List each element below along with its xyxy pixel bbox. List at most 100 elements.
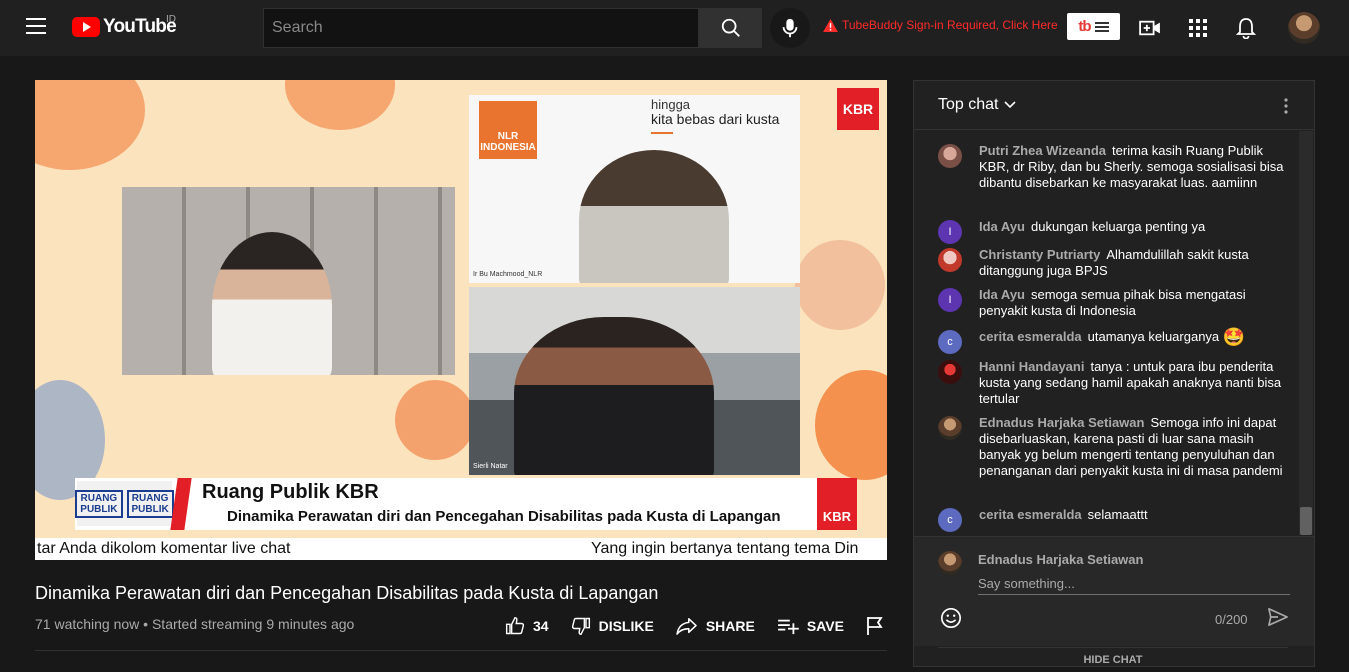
chat-scrollbar[interactable] [1299, 131, 1313, 535]
share-label: SHARE [705, 618, 755, 634]
youtube-play-icon [72, 17, 100, 37]
youtube-logo[interactable]: YouTube [72, 16, 177, 38]
chat-author[interactable]: cerita esmeralda [979, 329, 1082, 344]
save-button[interactable]: SAVE [777, 617, 844, 635]
video-meta: 71 watching now • Started streaming 9 mi… [35, 616, 355, 632]
tubebuddy-warning-text: TubeBuddy Sign-in Required, Click Here [842, 18, 1058, 32]
search-input[interactable] [263, 8, 699, 48]
save-label: SAVE [806, 618, 844, 634]
star-struck-emoji: 🤩 [1222, 327, 1246, 347]
chat-avatar[interactable] [938, 416, 962, 440]
video-title: Dinamika Perawatan diri dan Pencegahan D… [35, 583, 659, 603]
search-bar [263, 8, 762, 48]
decor-blob [35, 80, 145, 170]
dislike-label: DISLIKE [598, 618, 654, 634]
video-player[interactable]: NLR INDONESIA hingga kita bebas dari kus… [35, 80, 887, 560]
chat-text: utamanya keluarganya [1087, 329, 1220, 344]
nlr-logo: NLR INDONESIA [479, 101, 537, 159]
decor-blob [285, 80, 395, 130]
chat-mode-label: Top chat [938, 96, 999, 113]
search-button[interactable] [699, 8, 762, 48]
flag-icon [867, 617, 883, 635]
thumbs-up-icon [505, 616, 525, 635]
emoji-button[interactable] [940, 607, 962, 634]
notifications-button[interactable] [1234, 16, 1258, 40]
create-video-button[interactable] [1138, 16, 1162, 40]
tubebuddy-signin-link[interactable]: TubeBuddy Sign-in Required, Click Here [823, 18, 1058, 32]
report-button[interactable] [866, 616, 884, 636]
chat-message: c cerita esmeralda selamaattt [938, 507, 1288, 532]
account-avatar[interactable] [1288, 12, 1320, 44]
lower-third: RUANG PUBLIK RUANG PUBLIK Ruang Publik K… [75, 478, 845, 530]
kbr-logo-small: KBR [817, 478, 857, 530]
chat-author[interactable]: Ida Ayu [979, 287, 1025, 302]
like-button[interactable]: 34 [505, 616, 549, 636]
tubebuddy-logo: tb [1078, 18, 1091, 35]
hide-chat-button[interactable]: HIDE CHAT [938, 647, 1288, 668]
menu-icon[interactable] [26, 18, 46, 34]
guest-figure-1 [579, 150, 729, 283]
thumbs-down-icon [571, 617, 590, 636]
ruang-publik-logo: RUANG PUBLIK RUANG PUBLIK [75, 481, 174, 526]
host-camera-panel [122, 187, 455, 375]
lower-third-subtitle: Dinamika Perawatan diri dan Pencegahan D… [227, 508, 781, 525]
chat-author[interactable]: Putri Zhea Wizeanda [979, 143, 1106, 158]
chat-avatar[interactable]: I [938, 288, 962, 312]
composer-avatar [938, 551, 962, 575]
chat-message: Hanni Handayani tanya : untuk para ibu pe… [938, 359, 1288, 407]
chat-avatar[interactable]: c [938, 508, 962, 532]
ticker-text-right: Yang ingin bertanya tentang tema Din [591, 540, 859, 557]
chat-avatar[interactable]: I [938, 220, 962, 244]
warning-icon [823, 18, 838, 32]
voice-search-button[interactable] [770, 8, 810, 48]
guest-figure-2 [514, 317, 714, 475]
chat-author[interactable]: Ida Ayu [979, 219, 1025, 234]
chat-author[interactable]: cerita esmeralda [979, 507, 1082, 522]
emoji-icon [941, 608, 961, 628]
bell-icon [1236, 18, 1256, 39]
chat-avatar[interactable]: c [938, 330, 962, 354]
chat-message: Christanty Putriarty Alhamdulillah sakit … [938, 247, 1288, 279]
chat-composer: Ednadus Harjaka Setiawan 0/200 [914, 536, 1314, 646]
chat-text: dukungan keluarga penting ya [1031, 219, 1206, 234]
scrollbar-thumb[interactable] [1300, 507, 1312, 535]
search-icon [721, 18, 740, 37]
more-vert-icon [1284, 98, 1288, 114]
chat-avatar[interactable] [938, 360, 962, 384]
chat-avatar[interactable] [938, 144, 962, 168]
decor-blob [395, 380, 475, 460]
share-button[interactable]: SHARE [676, 617, 755, 635]
share-icon [676, 618, 697, 635]
create-video-icon [1139, 20, 1160, 36]
slogan-line-2: kita bebas dari kusta [651, 111, 780, 127]
chat-message: c cerita esmeralda utamanya keluarganya 🤩 [938, 327, 1288, 354]
dislike-button[interactable]: DISLIKE [571, 616, 654, 636]
send-button[interactable] [1267, 607, 1289, 632]
chat-message: I Ida Ayu semoga semua pihak bisa mengata… [938, 287, 1288, 319]
send-icon [1268, 608, 1288, 626]
chat-author[interactable]: Christanty Putriarty [979, 247, 1100, 262]
tubebuddy-menu-button[interactable]: tb [1067, 13, 1120, 40]
region-code: ID [166, 14, 176, 25]
slogan-line-1: hingga [651, 97, 691, 112]
apps-button[interactable] [1186, 16, 1210, 40]
like-count: 34 [533, 618, 549, 634]
chat-message: Ednadus Harjaka Setiawan Semoga info ini … [938, 415, 1288, 479]
guest-camera-panel-2: Sierli Natar [469, 287, 800, 475]
chat-avatar[interactable] [938, 248, 962, 272]
chat-author[interactable]: Hanni Handayani [979, 359, 1084, 374]
hamburger-icon [1094, 21, 1109, 32]
host-figure [212, 232, 332, 375]
chat-message: I Ida Ayu dukungan keluarga penting ya [938, 219, 1288, 244]
chat-more-options[interactable] [1284, 98, 1288, 119]
news-ticker: tar Anda dikolom komentar live chat Yang… [35, 538, 887, 560]
chat-text: selamaattt [1087, 507, 1148, 522]
chat-input[interactable] [978, 573, 1290, 595]
top-chat-dropdown[interactable]: Top chat [938, 96, 1017, 114]
chat-author[interactable]: Ednadus Harjaka Setiawan [979, 415, 1144, 430]
decor-blob [795, 240, 885, 330]
live-chat-panel: Top chat Putri Zhea Wizeanda terima kasih… [913, 80, 1315, 667]
decor-blob [815, 370, 887, 480]
chat-header: Top chat [914, 81, 1314, 130]
video-actions: 34 DISLIKE SHARE SAVE [505, 616, 906, 636]
